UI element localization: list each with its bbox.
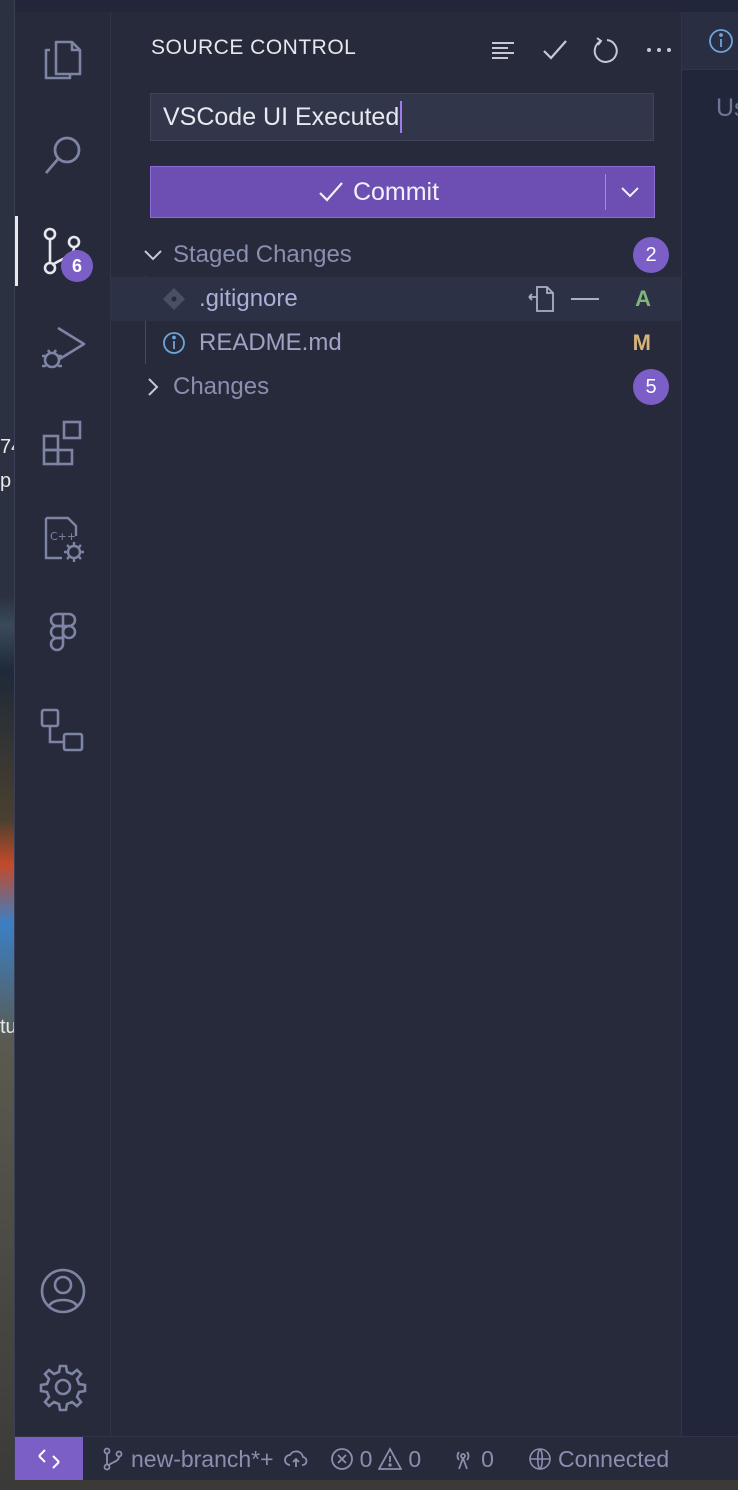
- sync-status[interactable]: [283, 1447, 308, 1471]
- error-count: 0: [359, 1445, 373, 1472]
- activity-manage[interactable]: [15, 1340, 110, 1434]
- problems-status[interactable]: 0 0: [330, 1445, 422, 1473]
- check-icon: [319, 182, 343, 202]
- list-icon: [492, 42, 514, 59]
- chevron-down-icon: [139, 241, 167, 269]
- remote-explorer-icon: [40, 708, 83, 752]
- info-icon: [709, 28, 733, 53]
- warning-icon: [378, 1447, 403, 1470]
- activity-cpp-settings[interactable]: C++: [15, 492, 110, 586]
- desktop-text-fragment: p: [0, 470, 12, 492]
- activity-run-debug[interactable]: [15, 300, 110, 394]
- refresh-button[interactable]: [585, 30, 629, 70]
- commit-button-group: Commit: [150, 166, 655, 218]
- activity-extensions[interactable]: [15, 396, 110, 490]
- changes-count-badge: 5: [633, 369, 669, 405]
- status-bar: new-branch*+ 0 0 0 Connected: [15, 1436, 738, 1480]
- remote-indicator[interactable]: [15, 1437, 83, 1480]
- activity-accounts[interactable]: [15, 1244, 110, 1338]
- branch-status[interactable]: new-branch*+: [101, 1446, 274, 1473]
- file-row-readme[interactable]: README.md M: [111, 321, 681, 365]
- search-icon: [44, 136, 80, 174]
- file-status: A: [635, 286, 651, 311]
- file-name: README.md: [199, 329, 342, 356]
- connection-status[interactable]: Connected: [528, 1446, 669, 1473]
- activity-explorer[interactable]: [15, 12, 110, 106]
- changes-group[interactable]: Changes 5: [111, 365, 681, 409]
- info-icon: [161, 330, 187, 356]
- sidebar-header: SOURCE CONTROL: [111, 12, 681, 86]
- sidebar-title: SOURCE CONTROL: [151, 36, 357, 59]
- unstage-icon[interactable]: [569, 283, 601, 315]
- editor-text: Us: [716, 94, 738, 122]
- chevron-down-icon: [621, 187, 639, 198]
- refresh-icon: [593, 37, 618, 63]
- source-control-sidebar: SOURCE CONTROL VSCode UI Executed Commit…: [111, 12, 681, 1436]
- remote-icon: [38, 1449, 60, 1469]
- vscode-window: 6 C++ SOURCE CONTROL VSCode UI Executed …: [14, 0, 738, 1480]
- figma-icon: [49, 612, 76, 652]
- group-label: Changes: [173, 373, 270, 400]
- git-icon: [161, 286, 187, 312]
- ports-status[interactable]: 0: [451, 1446, 494, 1473]
- open-file-icon[interactable]: [525, 283, 557, 315]
- ports-count: 0: [481, 1445, 494, 1472]
- cloud-upload-icon: [283, 1450, 307, 1467]
- file-name: .gitignore: [199, 285, 298, 312]
- more-actions-button[interactable]: [637, 30, 681, 70]
- broadcast-icon: [456, 1451, 470, 1470]
- commit-dropdown-button[interactable]: [606, 167, 654, 217]
- extensions-icon: [42, 420, 81, 466]
- commit-message-input[interactable]: VSCode UI Executed: [150, 93, 654, 141]
- accounts-icon: [40, 1268, 85, 1314]
- warning-count: 0: [408, 1445, 422, 1472]
- cpp-settings-icon: C++: [44, 516, 84, 562]
- activity-source-control[interactable]: 6: [15, 204, 110, 298]
- branch-icon: [103, 1447, 123, 1471]
- editor-area: Us: [681, 12, 738, 1436]
- activity-search[interactable]: [15, 108, 110, 202]
- globe-icon: [529, 1448, 551, 1470]
- ellipsis-icon: [647, 48, 671, 52]
- activity-bar: 6 C++: [15, 12, 111, 1436]
- row-actions: [525, 283, 601, 315]
- connection-label: Connected: [557, 1445, 670, 1472]
- staged-count-badge: 2: [633, 237, 669, 273]
- manage-gear-icon: [39, 1364, 86, 1412]
- file-status: M: [632, 330, 651, 355]
- group-label: Staged Changes: [173, 241, 352, 268]
- staged-changes-group[interactable]: Staged Changes 2: [111, 233, 681, 277]
- commit-button[interactable]: Commit: [151, 167, 605, 217]
- commit-check-button[interactable]: [533, 30, 577, 70]
- run-debug-icon: [41, 326, 85, 369]
- sidebar-actions: [481, 30, 681, 70]
- svg-text:C++: C++: [50, 530, 76, 543]
- explorer-icon: [44, 40, 81, 80]
- source-control-badge: 6: [61, 250, 93, 282]
- view-as-tree-button[interactable]: [481, 30, 525, 70]
- commit-button-label: Commit: [352, 177, 440, 206]
- commit-message-text: VSCode UI Executed: [163, 102, 400, 131]
- editor-tab[interactable]: [682, 12, 738, 70]
- error-icon: [330, 1448, 353, 1470]
- check-icon: [543, 40, 567, 60]
- text-caret: [400, 101, 403, 133]
- chevron-right-icon: [139, 373, 167, 401]
- activity-remote-explorer[interactable]: [15, 684, 110, 778]
- file-row-gitignore[interactable]: .gitignore A: [111, 277, 681, 321]
- activity-figma[interactable]: [15, 588, 110, 682]
- branch-name: new-branch*+: [131, 1445, 274, 1472]
